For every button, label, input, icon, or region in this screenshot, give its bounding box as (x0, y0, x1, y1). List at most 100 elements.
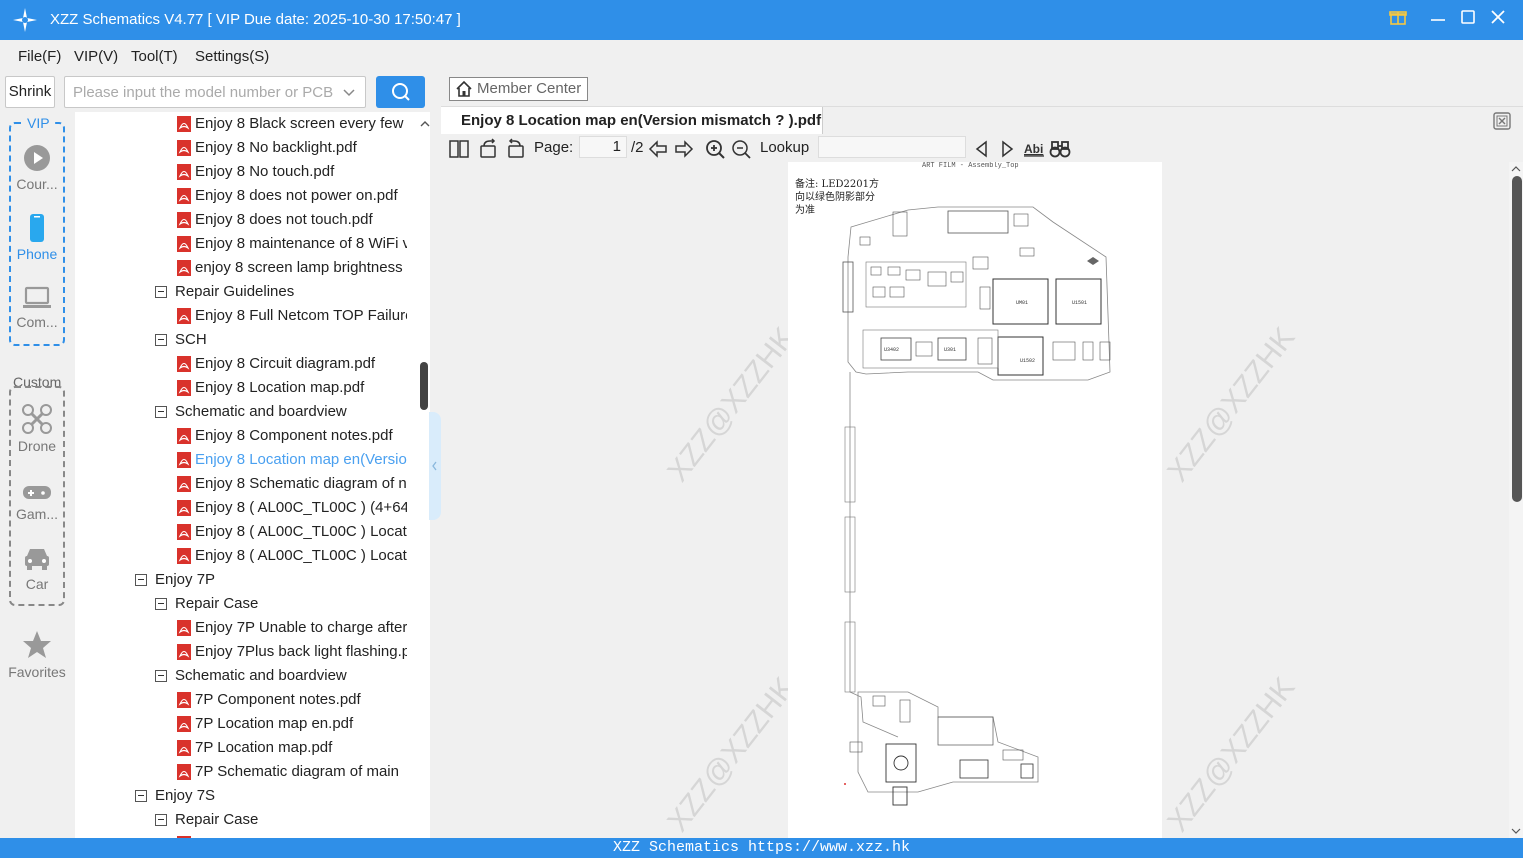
scroll-down-icon[interactable] (1509, 824, 1523, 838)
tree-file-item[interactable]: Enjoy 8 does not touch.pdf (75, 208, 420, 232)
tree-file-item[interactable]: Enjoy 8 Circuit diagram.pdf (75, 352, 420, 376)
category-games[interactable]: Gam... (4, 484, 70, 522)
lookup-label: Lookup (760, 139, 810, 156)
tree-file-item[interactable]: Enjoy 8 ( AL00C_TL00C ) Locatic (75, 520, 420, 544)
previous-page-icon[interactable] (647, 138, 669, 160)
car-icon (25, 549, 49, 570)
tree-file-item[interactable]: 7P Schematic diagram of main (75, 760, 420, 784)
tree-file-item[interactable]: Enjoy 8 Schematic diagram of n (75, 472, 420, 496)
category-computer-label: Com... (16, 314, 58, 330)
tree-file-item[interactable]: Enjoy 8 Location map en(Versio (75, 448, 420, 472)
tree-folder-item[interactable]: Schematic and boardview (75, 664, 420, 688)
next-page-icon[interactable] (673, 138, 695, 160)
pdf-file-icon (177, 308, 191, 324)
collapse-toggle-icon[interactable] (155, 814, 167, 826)
collapse-toggle-icon[interactable] (155, 406, 167, 418)
tree-folder-item[interactable]: Schematic and boardview (75, 400, 420, 424)
collapse-sidebar-button[interactable] (429, 412, 441, 520)
close-tab-icon[interactable] (1493, 112, 1511, 130)
tree-file-label: 7P Schematic diagram of main (195, 763, 399, 780)
maximize-icon[interactable] (1456, 8, 1480, 32)
tree-folder-item[interactable]: Repair Guidelines (75, 280, 420, 304)
tree-file-item[interactable]: Enjoy 8 No touch.pdf (75, 160, 420, 184)
tree-folder-item[interactable]: Repair Case (75, 592, 420, 616)
tree-file-item[interactable]: Enjoy 8 ( AL00C_TL00C ) Locatic (75, 544, 420, 568)
pdf-file-icon (177, 500, 191, 516)
category-favorites[interactable]: Favorites (4, 630, 70, 680)
minimize-icon[interactable] (1426, 8, 1450, 32)
search-button[interactable] (376, 76, 425, 108)
document-canvas[interactable]: XZZ@XZZHK XZZ@XZZHK XZZ@XZZHK XZZ@XZZHK … (441, 162, 1523, 838)
tree-file-item[interactable]: Enjoy 8 does not power on.pdf (75, 184, 420, 208)
viewer-scroll-thumb[interactable] (1512, 176, 1522, 502)
text-select-icon[interactable]: Abi (1023, 138, 1045, 160)
pdf-page[interactable]: ART FILM - Assembly_Top 备注: LED2201方 向以绿… (788, 162, 1162, 838)
close-icon[interactable] (1486, 8, 1510, 32)
tree-file-item[interactable]: Enjoy 8 No backlight.pdf (75, 136, 420, 160)
pdf-file-icon (177, 548, 191, 564)
search-input[interactable] (65, 77, 335, 107)
tree-folder-label: SCH (175, 331, 207, 348)
tree-folder-item[interactable]: SCH (75, 328, 420, 352)
tree-file-item[interactable]: Enjoy 8 ( AL00C_TL00C ) (4+64G (75, 496, 420, 520)
tree-file-item[interactable]: 7P Location map en.pdf (75, 712, 420, 736)
collapse-toggle-icon[interactable] (155, 286, 167, 298)
page-number-input[interactable]: 1 (579, 136, 627, 158)
collapse-toggle-icon[interactable] (155, 598, 167, 610)
pdf-file-icon (177, 260, 191, 276)
menu-settings[interactable]: Settings(S) (195, 48, 269, 65)
scroll-up-icon[interactable] (1509, 162, 1523, 176)
category-phone[interactable]: Phone (4, 214, 70, 262)
tree-file-label: Enjoy 8 does not touch.pdf (195, 211, 373, 228)
tree-folder-item[interactable]: Repair Case (75, 808, 420, 832)
find-binoculars-icon[interactable] (1049, 138, 1071, 160)
tree-scroll-thumb[interactable] (420, 362, 428, 410)
lookup-input[interactable] (818, 136, 966, 158)
tree-file-item[interactable]: Enjoy 7P Unable to charge after (75, 616, 420, 640)
tree-file-item[interactable]: Enjoy 8 Black screen every few s (75, 112, 420, 136)
zoom-out-icon[interactable] (730, 138, 752, 160)
tree-file-label: Enjoy 8 ( AL00C_TL00C ) Locatic (195, 523, 407, 540)
member-center-button[interactable]: Member Center (449, 77, 588, 101)
collapse-toggle-icon[interactable] (155, 670, 167, 682)
tree-folder-item[interactable]: Enjoy 7P (75, 568, 420, 592)
two-page-view-icon[interactable] (448, 138, 470, 160)
gift-icon[interactable] (1386, 8, 1410, 32)
watermark-text: XZZ@XZZHK (661, 671, 802, 838)
tree-file-item[interactable]: Enjoy 8 maintenance of 8 WiFi v (75, 232, 420, 256)
menu-file[interactable]: File(F) (18, 48, 61, 65)
tree-file-item[interactable]: enjoy 8 screen lamp brightness (75, 256, 420, 280)
scroll-up-icon[interactable] (419, 114, 431, 134)
category-computer[interactable]: Com... (4, 286, 70, 330)
chevron-down-icon[interactable] (341, 84, 357, 100)
tree-file-item[interactable]: Enjoy 7Plus back light flashing.p (75, 640, 420, 664)
zoom-in-icon[interactable] (704, 138, 726, 160)
find-next-icon[interactable] (996, 138, 1018, 160)
find-previous-icon[interactable] (971, 138, 993, 160)
chip-label: U1501 (1072, 300, 1087, 306)
category-courses[interactable]: Cour... (4, 144, 70, 192)
category-car[interactable]: Car (4, 546, 70, 592)
pdf-file-icon (177, 236, 191, 252)
pdf-file-icon (177, 356, 191, 372)
tree-file-item[interactable]: Enjoy 8 Full Netcom TOP Failure (75, 304, 420, 328)
tree-file-item[interactable]: 7P Component notes.pdf (75, 688, 420, 712)
rotate-left-icon[interactable] (478, 138, 500, 160)
rotate-right-icon[interactable] (504, 138, 526, 160)
category-drone[interactable]: Drone (4, 404, 70, 454)
tree-file-item[interactable]: Enjoy 8 Component notes.pdf (75, 424, 420, 448)
menu-vip[interactable]: VIP(V) (74, 48, 118, 65)
collapse-toggle-icon[interactable] (155, 334, 167, 346)
collapse-toggle-icon[interactable] (135, 790, 147, 802)
tab-document[interactable]: Enjoy 8 Location map en(Version mismatch… (441, 107, 823, 135)
tree-file-item[interactable]: 7P Location map.pdf (75, 736, 420, 760)
menu-tool[interactable]: Tool(T) (131, 48, 178, 65)
window-title: XZZ Schematics V4.77 [ VIP Due date: 202… (50, 11, 461, 28)
shrink-button[interactable]: Shrink (5, 76, 55, 108)
model-search-field[interactable] (64, 76, 366, 108)
svg-text:Abi: Abi (1024, 142, 1043, 156)
tree-file-label: Enjoy 8 does not power on.pdf (195, 187, 398, 204)
tree-file-item[interactable]: Enjoy 8 Location map.pdf (75, 376, 420, 400)
collapse-toggle-icon[interactable] (135, 574, 147, 586)
tree-folder-item[interactable]: Enjoy 7S (75, 784, 420, 808)
